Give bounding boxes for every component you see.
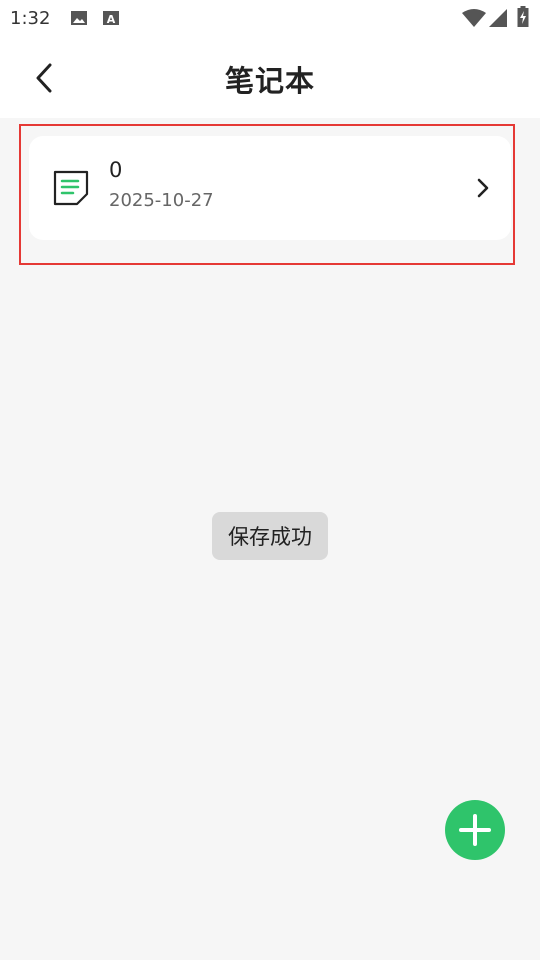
chevron-right-icon [477, 178, 489, 198]
app-bar: 笔记本 [0, 38, 540, 118]
note-title: 0 [109, 158, 123, 182]
plus-icon [459, 814, 491, 846]
status-time: 1:32 [10, 8, 51, 29]
note-doc-icon [53, 170, 89, 206]
wifi-icon [462, 9, 486, 27]
signal-icon [489, 9, 507, 27]
add-note-button[interactable] [445, 800, 505, 860]
note-list-item[interactable]: 0 2025-10-27 [29, 136, 511, 240]
a-badge-icon: A [103, 11, 119, 26]
battery-icon [517, 6, 529, 27]
image-icon [71, 11, 87, 25]
page-title: 笔记本 [224, 64, 315, 98]
note-date: 2025-10-27 [109, 190, 214, 211]
svg-text:A: A [107, 13, 116, 26]
toast-message: 保存成功 [212, 512, 328, 560]
status-bar: 1:32 A [0, 0, 540, 38]
